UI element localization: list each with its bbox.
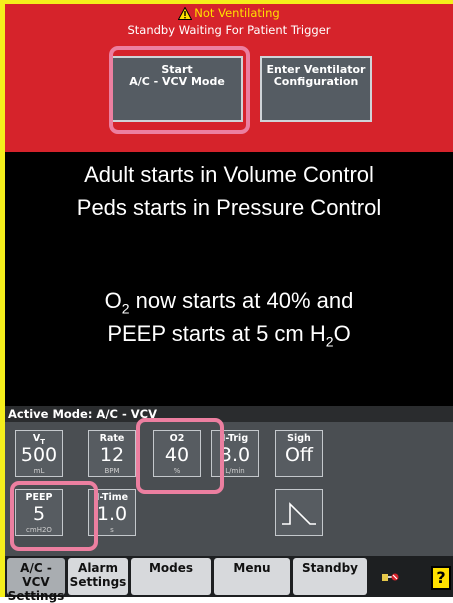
config-button-line2: Configuration [273,75,359,88]
tile-value-itime: 1.0 [96,503,128,525]
message-line-4: PEEP starts at 5 cm H2O [5,321,453,349]
tab-label-1a: A/C - VCV [20,561,52,589]
tile-label-sigh: Sigh [287,433,311,444]
tab-label-3: Modes [148,561,194,575]
alarm-header: Not Ventilating Standby Waiting For Pati… [5,4,453,152]
tile-unit-peep: cmH2O [26,526,52,534]
tab-modes[interactable]: Modes [131,558,211,595]
rate-tile[interactable]: Rate 12 BPM [88,430,136,477]
sigh-tile[interactable]: Sigh Off [275,430,323,477]
tab-alarm-settings[interactable]: Alarm Settings [68,558,128,595]
tab-standby[interactable]: Standby [293,558,367,595]
tile-unit-o2: % [173,467,181,475]
tab-menu[interactable]: Menu [214,558,290,595]
message-line-3: O2 now starts at 40% and [5,288,453,316]
alarm-text: Not Ventilating [194,6,280,20]
message-line-3-sub: 2 [121,300,130,317]
i-trig-tile[interactable]: I-Trig 3.0 L/min [211,430,259,477]
info-message: Adult starts in Volume Control Peds star… [5,152,453,406]
bottom-tab-bar: A/C - VCV Settings Alarm Settings Modes … [5,556,453,603]
tab-label-4: Menu [233,561,271,575]
tile-value-o2: 40 [164,444,190,466]
message-line-4-sub: 2 [325,333,334,350]
help-button[interactable]: ? [431,566,451,590]
warning-icon [178,7,193,20]
peep-tile[interactable]: PEEP 5 cmH2O [15,489,63,536]
tile-unit-itrig: L/min [225,467,245,475]
tile-label-itrig: I-Trig [221,433,249,444]
tab-label-5: Standby [301,561,359,575]
tile-label-rate: Rate [99,433,125,444]
tile-unit-itime: s [110,526,114,534]
message-line-2: Peds starts in Pressure Control [76,195,382,220]
start-mode-button[interactable]: Start A/C - VCV Mode [111,56,243,122]
alarm-banner: Not Ventilating [5,6,453,20]
status-text: Standby Waiting For Patient Trigger [127,23,331,37]
tile-value-peep: 5 [32,503,46,525]
i-time-tile[interactable]: I-Time 1.0 s [88,489,136,536]
tile-label-itime: I-Time [95,492,129,503]
tile-value-sigh: Off [284,444,314,466]
tile-unit-vt: mL [33,467,45,475]
o2-tile[interactable]: O2 40 % [153,430,201,477]
start-button-line2: A/C - VCV Mode [129,75,225,88]
tab-label-1b: Settings [7,589,65,603]
active-mode-label: Active Mode: A/C - VCV [5,406,453,422]
flow-waveform-tile[interactable] [275,489,323,536]
power-plug-icon [382,573,399,581]
tile-value-vt: 500 [20,444,58,466]
message-line-3-pre: O [104,288,122,313]
tile-value-rate: 12 [99,444,125,466]
tile-label-o2: O2 [169,433,185,444]
tile-label-peep: PEEP [25,492,53,503]
tab-ac-vcv-settings[interactable]: A/C - VCV Settings [7,558,65,603]
message-line-4-pre: PEEP starts at 5 cm H [107,321,326,346]
message-line-4-post: O [333,321,351,346]
tab-label-2b: Settings [69,575,127,589]
message-line-1: Adult starts in Volume Control [84,162,374,187]
message-line-3-post: now starts at 40% and [129,288,354,313]
tidal-volume-tile[interactable]: VT 500 mL [15,430,63,477]
flow-waveform-icon [282,502,316,525]
tile-value-itrig: 3.0 [219,444,251,466]
tile-unit-rate: BPM [104,467,120,475]
tab-label-2a: Alarm [78,561,118,575]
enter-configuration-button[interactable]: Enter Ventilator Configuration [260,56,372,122]
settings-panel: Active Mode: A/C - VCV VT 500 mL Rate 12… [5,406,453,556]
